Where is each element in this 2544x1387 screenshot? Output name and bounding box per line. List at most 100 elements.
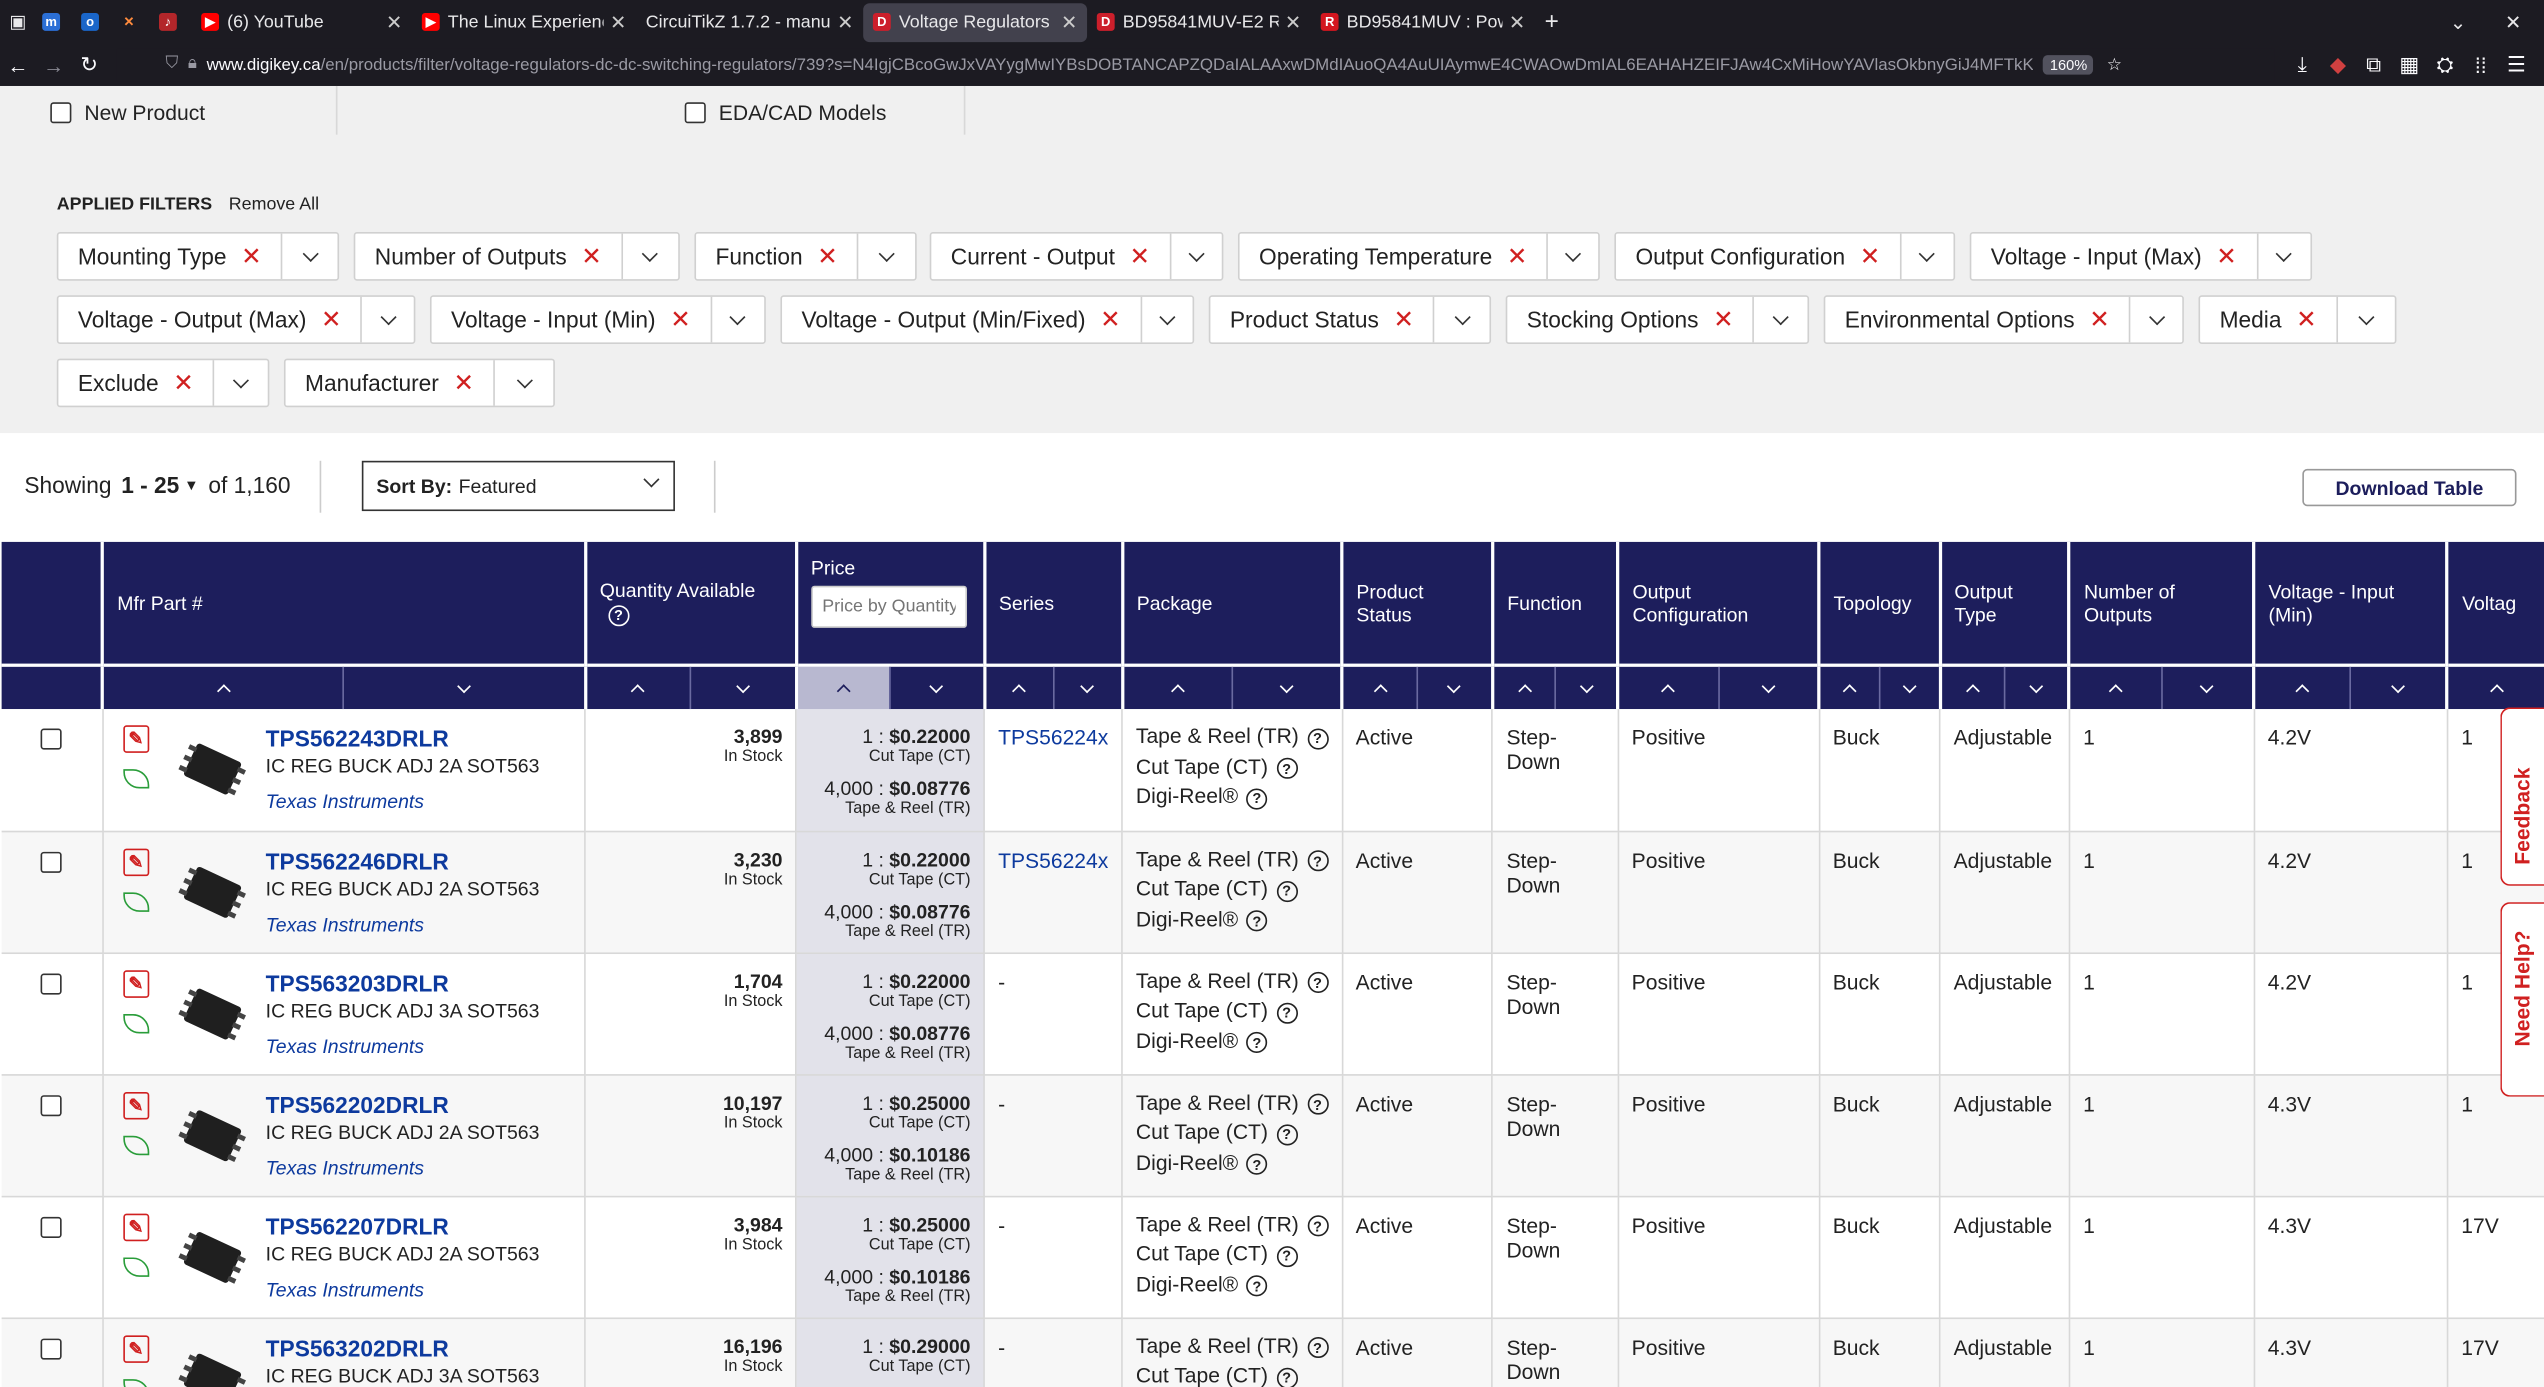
remove-icon[interactable]: ✕ — [670, 305, 690, 335]
need-help-tab[interactable]: Need Help? — [2500, 902, 2544, 1097]
remove-all-link[interactable]: Remove All — [229, 195, 319, 214]
row-checkbox[interactable] — [41, 1337, 63, 1359]
url-bar[interactable]: ⛉ 🔒︎ www.digikey.ca/en/products/filter/v… — [116, 48, 2275, 82]
datasheet-pdf-icon[interactable]: ✎ — [122, 1334, 149, 1363]
part-number-link[interactable]: TPS562202DRLR — [266, 1091, 572, 1117]
tab-bd95841muv-e2[interactable]: D BD95841MUV-E2 Rohm ✕ — [1087, 2, 1311, 41]
lock-icon[interactable]: 🔒︎ — [188, 55, 197, 74]
chevron-down-icon[interactable] — [1901, 234, 1953, 279]
menu-icon[interactable]: ☰ — [2499, 52, 2535, 78]
tab-linux-experience[interactable]: ▶ The Linux Experience - ✕ — [412, 2, 636, 41]
product-image[interactable] — [175, 857, 250, 925]
tab-circuitikz[interactable]: CircuiTikZ 1.7.2 - manual - ✕ — [636, 2, 863, 41]
sort-desc-icon[interactable] — [889, 666, 983, 710]
row-checkbox[interactable] — [41, 972, 63, 994]
chevron-down-icon[interactable] — [1171, 234, 1222, 279]
tab-youtube[interactable]: ▶ (6) YouTube ✕ — [191, 2, 412, 41]
outlook-icon[interactable]: o — [81, 12, 99, 31]
close-icon[interactable]: ✕ — [610, 11, 626, 34]
manufacturer-link[interactable]: Texas Instruments — [266, 790, 572, 813]
sort-desc-icon[interactable] — [1052, 666, 1120, 710]
row-checkbox[interactable] — [41, 728, 63, 750]
product-image[interactable] — [175, 979, 250, 1047]
help-icon[interactable]: ? — [1306, 850, 1329, 872]
datasheet-pdf-icon[interactable]: ✎ — [122, 725, 149, 753]
datasheet-pdf-icon[interactable]: ✎ — [122, 847, 149, 876]
messenger-icon[interactable]: m — [42, 12, 61, 31]
chevron-down-icon[interactable] — [363, 297, 414, 342]
tab-bd95841muv[interactable]: R BD95841MUV : Power M ✕ — [1311, 2, 1535, 41]
chevron-down-icon[interactable] — [283, 234, 338, 279]
help-icon[interactable]: ? — [607, 604, 629, 626]
checkbox[interactable] — [50, 102, 72, 124]
remove-icon[interactable]: ✕ — [581, 242, 601, 271]
close-icon[interactable]: ✕ — [837, 11, 853, 34]
chevron-down-icon[interactable]: ⌄ — [2450, 11, 2466, 34]
download-table-button[interactable]: Download Table — [2302, 468, 2517, 507]
checkbox[interactable] — [684, 102, 706, 124]
manufacturer-link[interactable]: Texas Instruments — [266, 1034, 572, 1057]
chevron-down-icon[interactable] — [859, 234, 915, 279]
part-number-link[interactable]: TPS563202DRLR — [266, 1335, 572, 1361]
sort-desc-icon[interactable] — [2349, 666, 2446, 710]
remove-icon[interactable]: ✕ — [1860, 242, 1880, 271]
sort-asc-icon[interactable] — [2449, 667, 2544, 709]
remove-icon[interactable]: ✕ — [453, 368, 473, 398]
manufacturer-link[interactable]: Texas Instruments — [266, 1278, 572, 1301]
chevron-down-icon[interactable] — [495, 360, 553, 405]
sort-asc-icon[interactable] — [2071, 667, 2161, 709]
datasheet-pdf-icon[interactable]: ✎ — [122, 969, 149, 998]
reload-icon[interactable]: ↻ — [71, 52, 107, 78]
product-image[interactable] — [175, 735, 250, 803]
back-icon[interactable]: ← — [0, 53, 36, 77]
chevron-down-icon[interactable] — [623, 234, 678, 279]
rohs-leaf-icon[interactable] — [122, 1013, 149, 1033]
rohs-leaf-icon[interactable] — [122, 1378, 149, 1387]
price-by-quantity-input[interactable] — [810, 585, 967, 628]
tab-list-icon[interactable]: ▣ — [0, 11, 36, 32]
part-number-link[interactable]: TPS563203DRLR — [266, 969, 572, 995]
sort-asc-icon[interactable] — [2256, 667, 2350, 709]
sort-desc-icon[interactable] — [343, 666, 583, 710]
pinned-icon[interactable]: ✕ — [120, 13, 138, 31]
apps-grid-icon[interactable]: ⁞⁞ — [2463, 53, 2499, 77]
remove-icon[interactable]: ✕ — [1100, 305, 1120, 335]
feedback-tab[interactable]: Feedback — [2500, 707, 2544, 886]
audio-tab-icon[interactable]: ♪ — [159, 12, 177, 31]
remove-icon[interactable]: ✕ — [321, 305, 341, 335]
help-icon[interactable]: ? — [1276, 1001, 1298, 1023]
remove-icon[interactable]: ✕ — [1393, 305, 1413, 335]
tab-voltage-regulators[interactable]: D Voltage Regulators - DC ✕ — [863, 2, 1088, 42]
zoom-badge[interactable]: 160% — [2043, 55, 2094, 75]
chevron-down-icon[interactable] — [215, 360, 268, 405]
sort-desc-icon[interactable] — [2003, 666, 2068, 710]
close-icon[interactable]: ✕ — [1285, 11, 1301, 34]
help-icon[interactable]: ? — [1306, 971, 1329, 993]
rohs-leaf-icon[interactable] — [122, 891, 149, 912]
product-image[interactable] — [175, 1223, 250, 1291]
sort-asc-icon[interactable] — [797, 666, 890, 710]
series-link[interactable]: TPS56224x — [998, 848, 1108, 872]
chevron-down-icon[interactable] — [2338, 297, 2395, 342]
manufacturer-link[interactable]: Texas Instruments — [266, 913, 572, 936]
close-window-icon[interactable]: ✕ — [2505, 11, 2521, 34]
remove-icon[interactable]: ✕ — [173, 368, 193, 398]
eda-cad-filter[interactable]: EDA/CAD Models — [684, 101, 886, 125]
download-icon[interactable]: ⤓ — [2284, 52, 2320, 78]
sort-asc-icon[interactable] — [1343, 667, 1416, 709]
remove-icon[interactable]: ✕ — [2296, 305, 2316, 335]
help-icon[interactable]: ? — [1246, 910, 1268, 932]
chevron-down-icon[interactable] — [1435, 297, 1490, 342]
row-checkbox[interactable] — [41, 1216, 63, 1238]
remove-icon[interactable]: ✕ — [817, 242, 837, 271]
forward-icon[interactable]: → — [36, 53, 72, 77]
close-icon[interactable]: ✕ — [1509, 11, 1525, 34]
chevron-down-icon[interactable] — [2131, 297, 2183, 342]
help-icon[interactable]: ? — [1306, 727, 1329, 749]
help-icon[interactable]: ? — [1276, 1123, 1298, 1145]
remove-icon[interactable]: ✕ — [2216, 242, 2236, 271]
new-tab-icon[interactable]: + — [1545, 8, 1559, 36]
sort-asc-icon[interactable] — [1941, 667, 2003, 709]
new-product-filter[interactable]: New Product — [50, 101, 205, 125]
sort-asc-icon[interactable] — [1494, 667, 1554, 709]
